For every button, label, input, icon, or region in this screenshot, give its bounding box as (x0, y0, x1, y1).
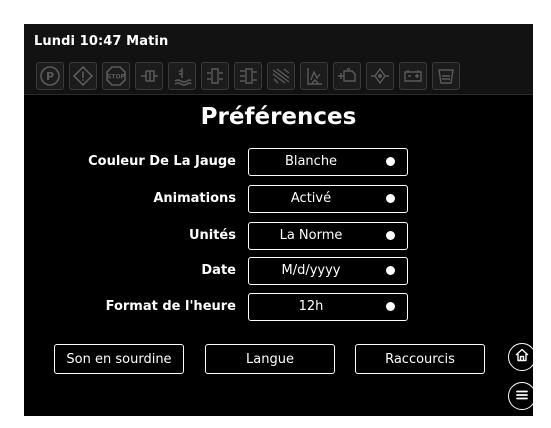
home-button[interactable] (508, 343, 536, 371)
setting-value: Activé (290, 191, 332, 206)
battery-icon (399, 62, 427, 90)
setting-row-time-format: Format de l'heure 12h (24, 293, 533, 321)
language-button[interactable]: Langue (205, 344, 335, 374)
fuel-filter-icon (201, 62, 229, 90)
setting-value: Blanche (284, 154, 338, 169)
home-icon (514, 347, 530, 367)
shortcuts-button[interactable]: Raccourcis (355, 344, 485, 374)
svg-text:P: P (46, 70, 54, 83)
gauge-color-select[interactable]: Blanche (248, 148, 408, 176)
menu-icon (515, 387, 529, 406)
date-format-select[interactable]: M/d/yyyy (248, 257, 408, 285)
setting-label: Date (201, 263, 236, 278)
setting-label: Couleur De La Jauge (88, 154, 236, 169)
stop-icon: STOP (102, 62, 130, 90)
setting-value: M/d/yyyy (281, 263, 341, 278)
dpf-icon (267, 62, 295, 90)
setting-row-gauge-color: Couleur De La Jauge Blanche (24, 148, 533, 176)
setting-value: 12h (298, 299, 324, 314)
setting-label: Unités (188, 228, 236, 243)
glow-plug-icon (135, 62, 163, 90)
regen-icon (300, 62, 328, 90)
menu-button[interactable] (508, 382, 536, 410)
selector-dot-icon (386, 231, 395, 240)
date-time: Lundi 10:47 Matin (34, 34, 169, 49)
setting-value: La Norme (279, 228, 343, 243)
page-title: Préférences (200, 104, 357, 130)
mute-button[interactable]: Son en sourdine (54, 344, 184, 374)
setting-label: Animations (153, 191, 236, 206)
setting-row-animations: Animations Activé (24, 185, 533, 213)
selector-dot-icon (386, 157, 395, 166)
animations-select[interactable]: Activé (248, 185, 408, 213)
selector-dot-icon (386, 302, 395, 311)
time-format-select[interactable]: 12h (248, 293, 408, 321)
engine-check-icon (333, 62, 361, 90)
setting-row-date: Date M/d/yyyy (24, 257, 533, 285)
coolant-temp-icon (168, 62, 196, 90)
telltale-strip: P STOP (36, 62, 460, 90)
air-filter-icon (432, 62, 460, 90)
parking-brake-icon: P (36, 62, 64, 90)
setting-row-units: Unités La Norme (24, 222, 533, 250)
setting-label: Format de l'heure (105, 299, 236, 314)
selector-dot-icon (386, 194, 395, 203)
stop-icon-text: STOP (107, 74, 126, 81)
units-select[interactable]: La Norme (248, 222, 408, 250)
warning-triangle-icon (69, 62, 97, 90)
oil-pressure-icon (366, 62, 394, 90)
water-in-fuel-icon (234, 62, 262, 90)
display-screen: Lundi 10:47 Matin P STOP Préférences Cou… (24, 24, 536, 416)
status-bar: Lundi 10:47 Matin P STOP (24, 24, 533, 95)
selector-dot-icon (386, 266, 395, 275)
